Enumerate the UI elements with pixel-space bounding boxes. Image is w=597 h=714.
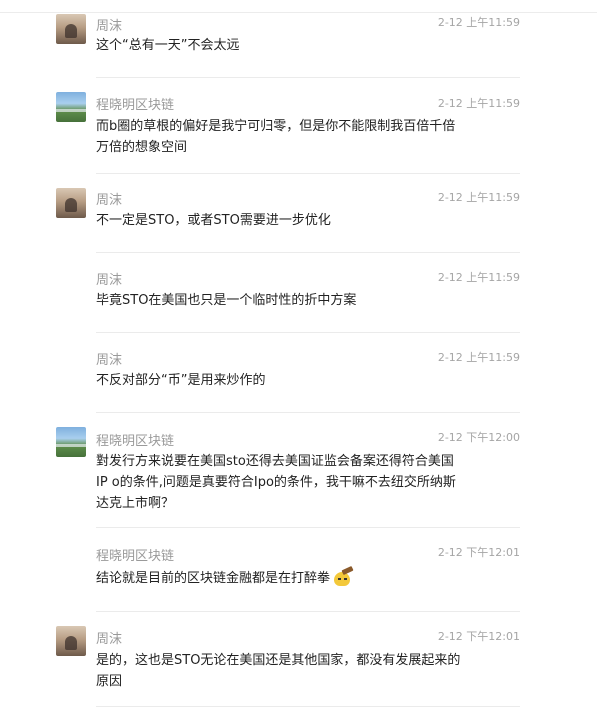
hammer-face-emoji-icon bbox=[332, 565, 354, 586]
message-text: 毕竟STO在美国也只是一个临时性的折中方案 bbox=[96, 290, 496, 311]
message-text: 是的，这也是STO无论在美国还是其他国家，都没有发展起来的 原因 bbox=[96, 650, 496, 692]
message-line: 不反对部分“币”是用来炒作的 bbox=[96, 373, 266, 388]
message-time: 2-12 下午12:01 bbox=[437, 546, 520, 559]
message-time: 2-12 下午12:01 bbox=[437, 630, 520, 643]
message-line: 原因 bbox=[96, 674, 123, 689]
message-divider bbox=[96, 173, 520, 174]
message-text: 而b圈的草根的偏好是我宁可归零，但是你不能限制我百倍千倍 万倍的想象空间 bbox=[96, 116, 496, 158]
avatar[interactable] bbox=[56, 427, 86, 457]
message-divider bbox=[96, 611, 520, 612]
message-line: IP o的条件,问题是真要符合Ipo的条件，我干嘛不去纽交所纳斯 bbox=[96, 475, 456, 490]
sender-name[interactable]: 周沫 bbox=[96, 189, 122, 208]
message-text: 这个“总有一天”不会太远 bbox=[96, 35, 496, 56]
avatar[interactable] bbox=[56, 626, 86, 656]
message-text: 對发行方来说要在美国sto还得去美国证监会备案还得符合美国 IP o的条件,问题… bbox=[96, 451, 496, 514]
message-line: 毕竟STO在美国也只是一个临时性的折中方案 bbox=[96, 293, 357, 308]
message-line: 这个“总有一天”不会太远 bbox=[96, 38, 240, 53]
message-time: 2-12 上午11:59 bbox=[437, 271, 520, 284]
message-time: 2-12 下午12:00 bbox=[437, 431, 520, 444]
avatar[interactable] bbox=[56, 92, 86, 122]
avatar[interactable] bbox=[56, 188, 86, 218]
message-text: 不一定是STO，或者STO需要进一步优化 bbox=[96, 210, 496, 231]
avatar[interactable] bbox=[56, 14, 86, 44]
message-line: 是的，这也是STO无论在美国还是其他国家，都没有发展起来的 bbox=[96, 653, 461, 668]
message-divider bbox=[96, 252, 520, 253]
message-line: 结论就是目前的区块链金融都是在打醉拳 bbox=[96, 565, 496, 589]
sender-name[interactable]: 程晓明区块链 bbox=[96, 430, 174, 449]
message-line-text: 结论就是目前的区块链金融都是在打醉拳 bbox=[96, 571, 331, 586]
sender-name[interactable]: 程晓明区块链 bbox=[96, 94, 174, 113]
message-divider bbox=[96, 412, 520, 413]
sender-name[interactable]: 程晓明区块链 bbox=[96, 545, 174, 564]
message-text: 不反对部分“币”是用来炒作的 bbox=[96, 370, 496, 391]
message-time: 2-12 上午11:59 bbox=[437, 16, 520, 29]
message-line: 万倍的想象空间 bbox=[96, 140, 188, 155]
message-divider bbox=[96, 527, 520, 528]
sender-name[interactable]: 周沫 bbox=[96, 349, 122, 368]
message-time: 2-12 上午11:59 bbox=[437, 97, 520, 110]
message-line: 达克上市啊？ bbox=[96, 496, 175, 511]
sender-name[interactable]: 周沫 bbox=[96, 15, 122, 34]
message-text: 结论就是目前的区块链金融都是在打醉拳 bbox=[96, 565, 496, 589]
sender-name[interactable]: 周沫 bbox=[96, 628, 122, 647]
sender-name[interactable]: 周沫 bbox=[96, 269, 122, 288]
message-line: 對发行方来说要在美国sto还得去美国证监会备案还得符合美国 bbox=[96, 454, 454, 469]
message-line: 不一定是STO，或者STO需要进一步优化 bbox=[96, 213, 331, 228]
top-divider bbox=[0, 12, 597, 13]
message-line: 而b圈的草根的偏好是我宁可归零，但是你不能限制我百倍千倍 bbox=[96, 119, 456, 134]
message-time: 2-12 上午11:59 bbox=[437, 351, 520, 364]
message-divider bbox=[96, 77, 520, 78]
message-divider bbox=[96, 332, 520, 333]
message-divider bbox=[96, 706, 520, 707]
message-time: 2-12 上午11:59 bbox=[437, 191, 520, 204]
